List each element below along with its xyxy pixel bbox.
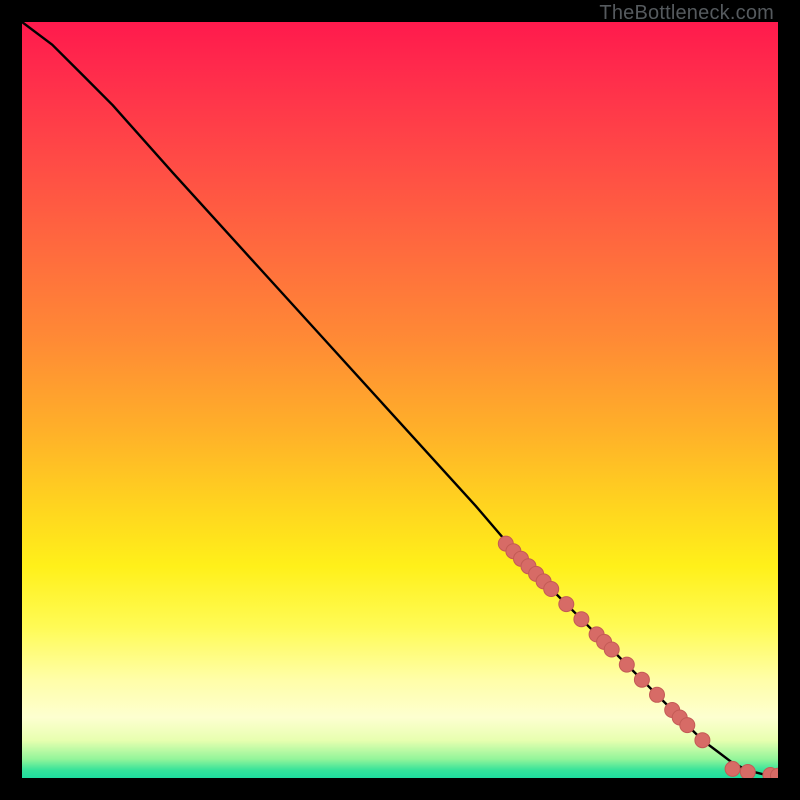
chart-marker (559, 597, 574, 612)
chart-marker (619, 657, 634, 672)
chart-marker (544, 582, 559, 597)
chart-markers (498, 536, 778, 778)
chart-line (22, 22, 778, 776)
chart-marker (574, 612, 589, 627)
chart-marker (650, 687, 665, 702)
chart-frame: TheBottleneck.com (0, 0, 800, 800)
chart-marker (680, 718, 695, 733)
chart-marker (725, 761, 740, 776)
chart-marker (740, 765, 755, 779)
chart-marker (604, 642, 619, 657)
chart-marker (695, 733, 710, 748)
chart-overlay (22, 22, 778, 778)
plot-area (22, 22, 778, 778)
chart-marker (634, 672, 649, 687)
